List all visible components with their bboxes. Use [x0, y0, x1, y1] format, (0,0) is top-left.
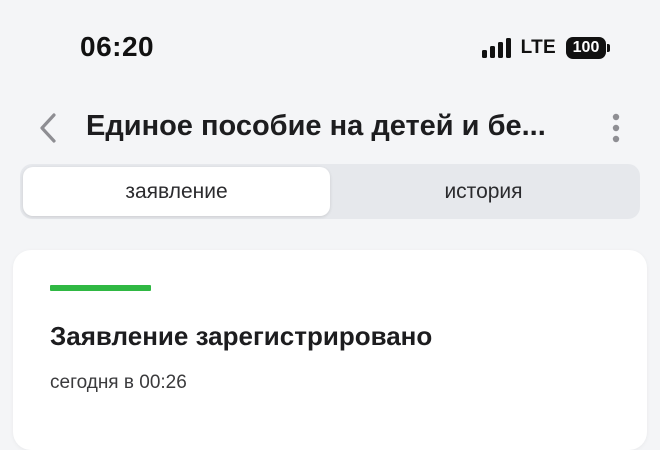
more-options-button[interactable] [598, 108, 634, 148]
page-title: Единое пособие на детей и бе... [86, 110, 546, 142]
battery-level: 100 [566, 37, 606, 59]
application-status-title: Заявление зарегистрировано [50, 321, 433, 351]
battery-icon: 100 [566, 37, 610, 59]
status-progress-line [50, 285, 151, 291]
navigation-bar: Единое пособие на детей и бе... [0, 100, 660, 158]
status-bar: 06:20 LTE 100 [0, 0, 660, 100]
status-indicators: LTE 100 [481, 37, 610, 59]
tab-history[interactable]: история [330, 167, 637, 216]
application-status-date: сегодня в 00:26 [50, 372, 187, 393]
status-time: 06:20 [80, 31, 155, 62]
chevron-left-icon [40, 113, 56, 143]
back-button[interactable] [28, 108, 68, 148]
more-vertical-icon [612, 113, 620, 143]
application-status-card[interactable]: Заявление зарегистрировано сегодня в 00:… [13, 250, 647, 450]
network-type-label: LTE [520, 37, 556, 58]
segmented-control: заявление история [20, 164, 640, 219]
cellular-signal-icon [481, 38, 511, 58]
battery-tip [607, 44, 610, 52]
tab-application[interactable]: заявление [23, 167, 330, 216]
